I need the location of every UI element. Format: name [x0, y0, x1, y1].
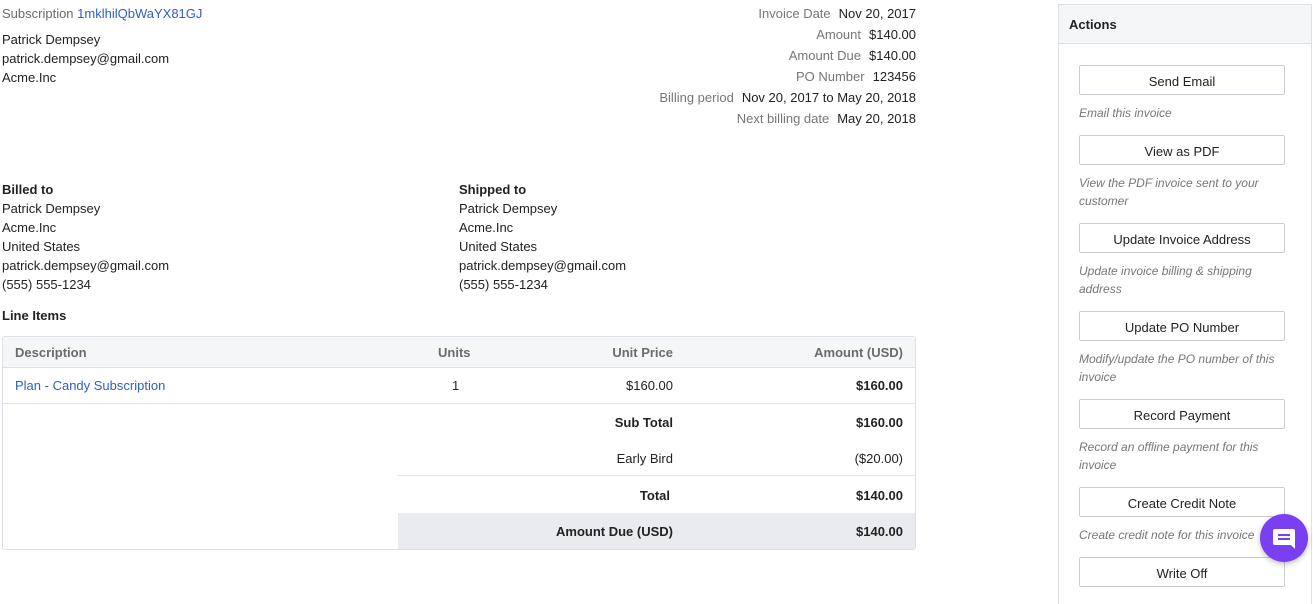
- billed-to-line: patrick.dempsey@gmail.com: [2, 258, 170, 273]
- meta-value: Nov 20, 2017: [838, 6, 916, 21]
- actions-header: Actions: [1059, 4, 1311, 44]
- meta-amount: Amount $140.00: [816, 27, 916, 42]
- shipped-to-heading: Shipped to: [459, 182, 527, 197]
- meta-next-billing-date: Next billing date May 20, 2018: [737, 111, 916, 126]
- total-label: Total: [639, 488, 670, 503]
- sub-total-value: $160.00: [856, 415, 903, 430]
- row-divider: [3, 403, 915, 404]
- meta-label: Next billing date: [736, 111, 830, 126]
- view-as-pdf-description: View the PDF invoice sent to your custom…: [1079, 176, 1259, 208]
- shipped-to-line: United States: [459, 239, 538, 254]
- col-description: Description: [15, 345, 87, 360]
- discount-value: ($20.00): [854, 451, 903, 466]
- billed-to-block: Billed to Patrick Dempsey Acme.Inc Unite…: [2, 180, 169, 294]
- customer-email: patrick.dempsey@gmail.com: [2, 51, 170, 66]
- line-item-unit-price: $160.00: [626, 378, 673, 393]
- col-amount: Amount (USD): [814, 345, 903, 360]
- meta-value: $140.00: [869, 27, 916, 42]
- col-unit-price: Unit Price: [612, 345, 673, 360]
- send-email-button[interactable]: Send Email: [1079, 65, 1285, 95]
- record-payment-button[interactable]: Record Payment: [1079, 399, 1285, 429]
- actions-title: Actions: [1069, 17, 1117, 32]
- subscription-id-link[interactable]: 1mklhilQbWaYX81GJ: [77, 6, 202, 21]
- chat-launcher-button[interactable]: [1260, 514, 1308, 562]
- shipped-to-line: (555) 555-1234: [459, 277, 548, 292]
- meta-value: $140.00: [869, 48, 916, 63]
- update-invoice-address-description: Update invoice billing & shipping addres…: [1079, 264, 1252, 296]
- meta-label: PO Number: [795, 69, 865, 84]
- billed-to-line: United States: [2, 239, 81, 254]
- meta-label: Invoice Date: [758, 6, 831, 21]
- sub-total-label: Sub Total: [614, 415, 673, 430]
- subscription-label: Subscription: [2, 6, 74, 21]
- line-items-title: Line Items: [2, 308, 67, 323]
- amount-due-row: Amount Due (USD) $140.00: [398, 513, 915, 549]
- billed-to-line: Patrick Dempsey: [2, 201, 101, 216]
- billed-to-line: (555) 555-1234: [2, 277, 91, 292]
- meta-amount-due: Amount Due $140.00: [789, 48, 916, 63]
- line-item-amount: $160.00: [856, 378, 903, 393]
- write-off-button[interactable]: Write Off: [1079, 557, 1285, 587]
- record-payment-description: Record an offline payment for this invoi…: [1079, 440, 1259, 472]
- meta-label: Amount Due: [788, 48, 861, 63]
- line-item-units: 1: [452, 378, 460, 393]
- billed-to-line: Acme.Inc: [2, 220, 57, 235]
- meta-value: Nov 20, 2017 to May 20, 2018: [741, 90, 916, 105]
- row-divider: [398, 475, 915, 476]
- customer-name: Patrick Dempsey: [2, 32, 101, 47]
- update-po-number-description: Modify/update the PO number of this invo…: [1079, 352, 1275, 384]
- send-email-description: Email this invoice: [1079, 106, 1172, 120]
- meta-label: Billing period: [659, 90, 734, 105]
- create-credit-note-button[interactable]: Create Credit Note: [1079, 487, 1285, 517]
- shipped-to-block: Shipped to Patrick Dempsey Acme.Inc Unit…: [459, 180, 626, 294]
- meta-billing-period: Billing period Nov 20, 2017 to May 20, 20…: [659, 90, 916, 105]
- meta-value: May 20, 2018: [837, 111, 916, 126]
- line-items-table: Description Units Unit Price Amount (USD…: [2, 336, 916, 550]
- chat-icon: [1273, 529, 1295, 549]
- meta-label: Amount: [816, 27, 861, 42]
- update-po-number-button[interactable]: Update PO Number: [1079, 311, 1285, 341]
- meta-value: 123456: [872, 69, 916, 84]
- create-credit-note-description: Create credit note for this invoice: [1079, 528, 1255, 542]
- billed-to-heading: Billed to: [2, 182, 54, 197]
- amount-due-value: $140.00: [856, 524, 903, 539]
- shipped-to-line: Acme.Inc: [459, 220, 514, 235]
- shipped-to-line: patrick.dempsey@gmail.com: [459, 258, 627, 273]
- discount-label: Early Bird: [616, 451, 673, 466]
- meta-invoice-date: Invoice Date Nov 20, 2017: [758, 6, 916, 21]
- table-header: Description Units Unit Price Amount (USD…: [3, 337, 915, 368]
- col-units: Units: [438, 345, 471, 360]
- update-invoice-address-button[interactable]: Update Invoice Address: [1079, 223, 1285, 253]
- line-item-description-link[interactable]: Plan - Candy Subscription: [15, 378, 165, 393]
- view-as-pdf-button[interactable]: View as PDF: [1079, 135, 1285, 165]
- customer-company: Acme.Inc: [2, 70, 57, 85]
- shipped-to-line: Patrick Dempsey: [459, 201, 558, 216]
- amount-due-label: Amount Due (USD): [556, 524, 673, 539]
- subscription-line: Subscription 1mklhilQbWaYX81GJ: [2, 6, 202, 21]
- meta-po-number: PO Number 123456: [796, 69, 916, 84]
- total-value: $140.00: [856, 488, 903, 503]
